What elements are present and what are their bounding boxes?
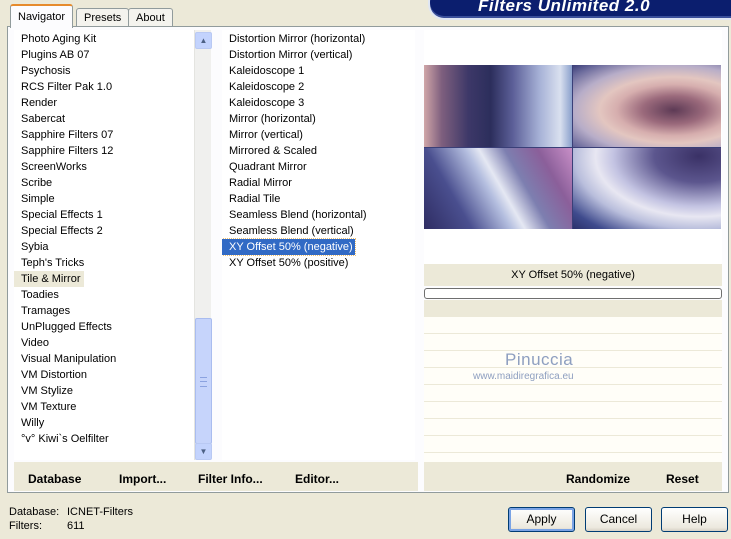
preview-quadrant-bottom-left <box>424 148 572 229</box>
category-item[interactable]: VM Texture <box>14 399 194 415</box>
category-scrollbar[interactable]: ▲ ▼ <box>194 30 212 460</box>
filter-item[interactable]: Seamless Blend (vertical) <box>222 223 415 239</box>
app-title: Filters Unlimited 2.0 <box>478 0 651 15</box>
category-item[interactable]: Sybia <box>14 239 194 255</box>
category-item[interactable]: Sapphire Filters 07 <box>14 127 194 143</box>
category-item[interactable]: °v° Kiwi`s Oelfilter <box>14 431 194 447</box>
preview-quadrant-top-left <box>424 65 572 147</box>
filter-item[interactable]: XY Offset 50% (positive) <box>222 255 415 271</box>
category-item[interactable]: VM Stylize <box>14 383 194 399</box>
category-item[interactable]: Tile & Mirror <box>14 271 85 287</box>
filter-info-link[interactable]: Filter Info... <box>198 472 263 486</box>
filter-item[interactable]: Radial Tile <box>222 191 415 207</box>
filter-item[interactable]: Mirror (vertical) <box>222 127 415 143</box>
preview-image <box>424 65 721 229</box>
filter-item[interactable]: Kaleidoscope 2 <box>222 79 415 95</box>
scroll-down-button[interactable]: ▼ <box>195 443 212 460</box>
apply-button[interactable]: Apply <box>508 507 575 532</box>
selected-filter-name: XY Offset 50% (negative) <box>424 264 722 286</box>
filter-item[interactable]: Seamless Blend (horizontal) <box>222 207 415 223</box>
watermark-url: www.maidiregrafica.eu <box>473 371 574 382</box>
scroll-grip-icon <box>200 377 207 387</box>
category-item[interactable]: Simple <box>14 191 194 207</box>
category-item[interactable]: VM Distortion <box>14 367 194 383</box>
reset-link[interactable]: Reset <box>666 472 699 486</box>
database-label: Database: <box>9 506 60 518</box>
category-item[interactable]: Willy <box>14 415 194 431</box>
progress-bar <box>424 288 722 299</box>
category-item[interactable]: Sabercat <box>14 111 194 127</box>
editor-link[interactable]: Editor... <box>295 472 339 486</box>
category-item[interactable]: Video <box>14 335 194 351</box>
preview-quadrant-bottom-right <box>573 148 721 229</box>
category-item[interactable]: Toadies <box>14 287 194 303</box>
help-button[interactable]: Help <box>661 507 728 532</box>
category-item[interactable]: Sapphire Filters 12 <box>14 143 194 159</box>
tab-presets[interactable]: Presets <box>76 8 130 27</box>
filter-item[interactable]: Distortion Mirror (vertical) <box>222 47 415 63</box>
filter-item[interactable]: Quadrant Mirror <box>222 159 415 175</box>
randomize-link[interactable]: Randomize <box>566 472 630 486</box>
category-item[interactable]: Scribe <box>14 175 194 191</box>
filters-count-value: 611 <box>67 520 85 532</box>
import-link[interactable]: Import... <box>119 472 166 486</box>
category-item[interactable]: Special Effects 2 <box>14 223 194 239</box>
category-item[interactable]: Photo Aging Kit <box>14 31 194 47</box>
watermark-text: Pinuccia <box>505 350 574 369</box>
tab-about[interactable]: About <box>128 8 173 27</box>
tab-navigator[interactable]: Navigator <box>10 4 74 28</box>
filters-count-label: Filters: <box>9 520 42 532</box>
filter-item[interactable]: Radial Mirror <box>222 175 415 191</box>
category-item[interactable]: ScreenWorks <box>14 159 194 175</box>
category-item[interactable]: Tramages <box>14 303 194 319</box>
category-item[interactable]: Plugins AB 07 <box>14 47 194 63</box>
cancel-button[interactable]: Cancel <box>585 507 652 532</box>
category-item[interactable]: RCS Filter Pak 1.0 <box>14 79 194 95</box>
right-link-bar: Randomize Reset <box>424 462 722 491</box>
scroll-up-button[interactable]: ▲ <box>195 32 212 49</box>
filter-item[interactable]: Mirror (horizontal) <box>222 111 415 127</box>
category-item[interactable]: Special Effects 1 <box>14 207 194 223</box>
filter-item[interactable]: XY Offset 50% (negative) <box>222 238 356 256</box>
category-list[interactable]: Photo Aging Kit Plugins AB 07 Psychosis RCS… <box>14 30 194 460</box>
filter-list[interactable]: Distortion Mirror (horizontal) Distortion… <box>222 30 415 460</box>
filter-item[interactable]: Kaleidoscope 1 <box>222 63 415 79</box>
filter-item[interactable]: Mirrored & Scaled <box>222 143 415 159</box>
preview-quadrant-top-right <box>573 65 721 147</box>
category-item[interactable]: Render <box>14 95 194 111</box>
category-item[interactable]: Psychosis <box>14 63 194 79</box>
category-item[interactable]: Visual Manipulation <box>14 351 194 367</box>
category-item[interactable]: Teph's Tricks <box>14 255 194 271</box>
database-link[interactable]: Database <box>28 472 81 486</box>
filter-item[interactable]: Kaleidoscope 3 <box>222 95 415 111</box>
database-value: ICNET-Filters <box>67 506 133 518</box>
scroll-thumb[interactable] <box>195 318 212 444</box>
filter-item[interactable]: Distortion Mirror (horizontal) <box>222 31 415 47</box>
category-item[interactable]: UnPlugged Effects <box>14 319 194 335</box>
left-link-bar: Database Import... Filter Info... Editor… <box>14 462 418 491</box>
